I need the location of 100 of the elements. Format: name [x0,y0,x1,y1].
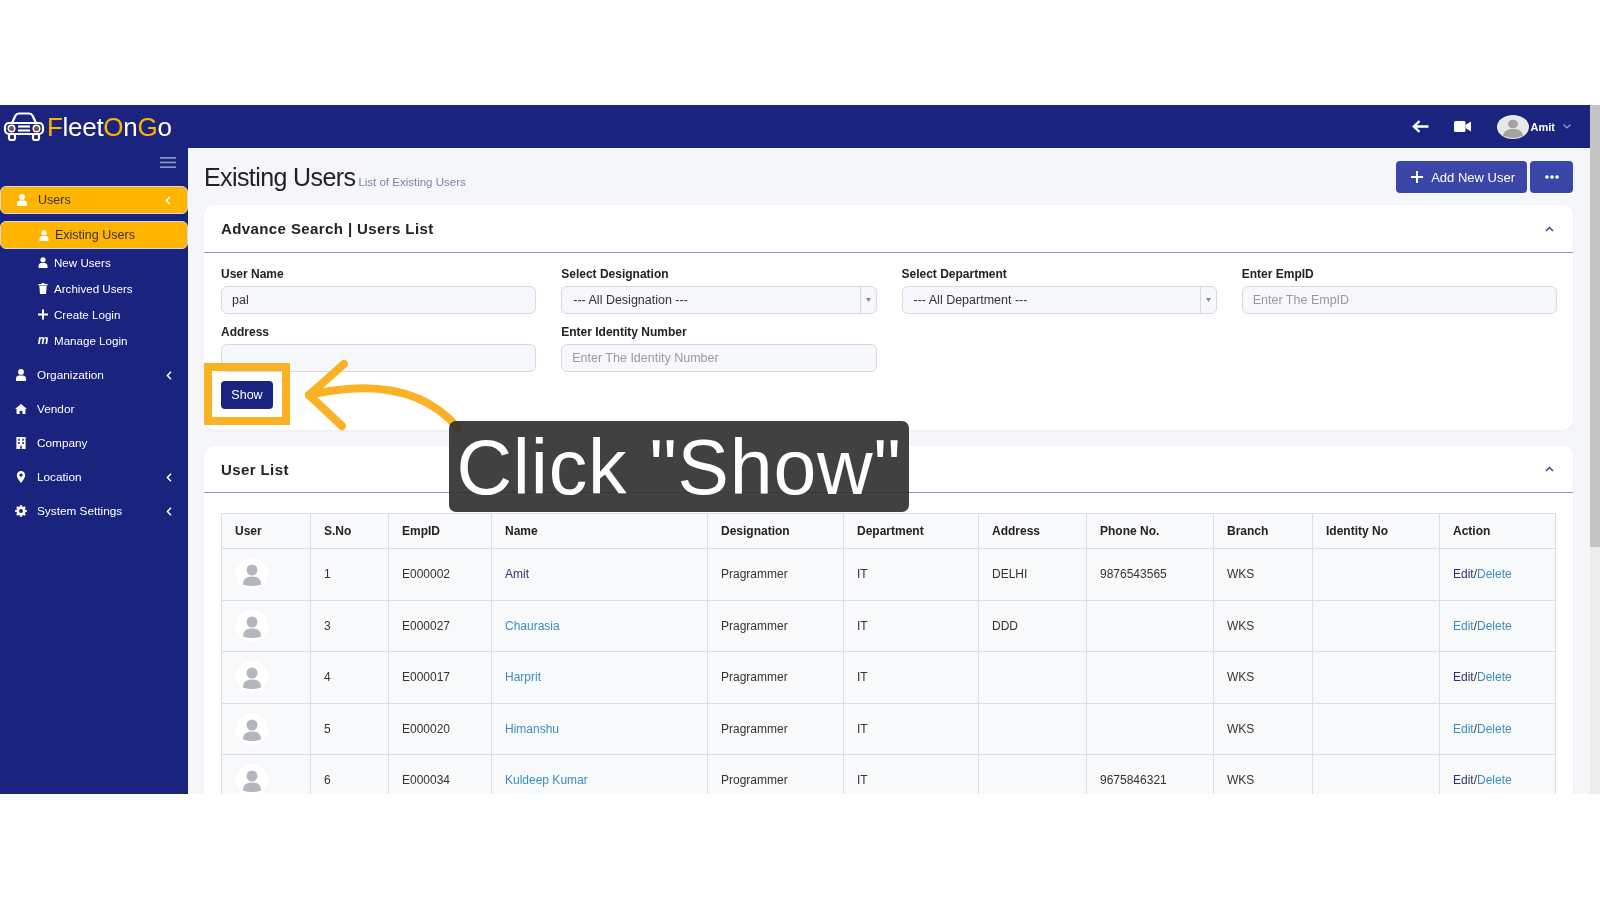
separator-text: / [1473,670,1478,685]
user-name-link[interactable]: Himanshu [505,721,560,736]
field-label: Select Department [901,267,1008,281]
table-cell: IT [843,600,979,652]
user-icon [16,194,28,206]
show-button[interactable]: Show [221,381,273,409]
map-pin-icon [15,471,27,483]
sidebar-subitem[interactable]: m Manage Login [0,327,188,353]
user-icon [15,369,27,381]
sidebar-subitem[interactable]: Archived Users [0,275,188,301]
plus-icon [38,308,48,320]
sidebar-subitem[interactable]: New Users [0,249,188,275]
table-cell: 9876543565 [1086,548,1214,600]
back-arrow-icon[interactable] [1411,120,1429,133]
column-header: Phone No. [1086,513,1214,549]
field-label: Enter Identity Number [561,325,688,339]
table-cell: 1 [310,548,389,600]
table-cell: E000020 [388,703,492,755]
chevron-up-icon[interactable] [1545,466,1554,472]
delete-link[interactable]: Delete [1477,670,1512,685]
more-button[interactable] [1530,161,1573,193]
add-new-user-button[interactable]: Add New User [1396,161,1527,193]
input-field[interactable]: pal [221,286,537,314]
field-label: User Name [221,267,285,281]
delete-link[interactable]: Delete [1477,618,1512,633]
chevron-left-icon[interactable] [166,472,172,482]
chevron-down-icon[interactable] [1563,124,1571,129]
sidebar-item[interactable]: Organization [0,358,188,392]
user-name[interactable]: Amit [1530,120,1555,133]
sidebar-item[interactable]: System Settings [0,494,188,528]
chevron-left-icon[interactable] [166,370,172,380]
home-icon [15,403,27,415]
plus-icon [1411,171,1424,183]
user-icon [39,229,49,241]
dropdown-field[interactable]: --- All Department --- [901,286,1217,314]
table-cell: 4 [310,651,389,703]
separator-text: / [1473,567,1478,582]
input-field[interactable]: Enter The EmpID [1241,286,1557,314]
table-cell: DDD [978,600,1087,652]
column-header: Identity No [1312,513,1440,549]
column-header: S.No [310,513,389,549]
column-header: EmpID [388,513,492,549]
table-cell: E000017 [388,651,492,703]
sidebar-item[interactable]: Vendor [0,392,188,426]
edit-link[interactable]: Edit [1453,670,1474,685]
user-silhouette-icon [236,609,268,642]
m-glyph-icon: m [37,334,49,346]
user-silhouette-icon [236,712,268,745]
sidebar-item[interactable]: Company [0,426,188,460]
column-header: User [221,513,311,549]
user-icon [38,256,48,268]
table-cell: E000002 [388,548,492,600]
field-label: Address [221,325,271,339]
sidebar-item[interactable]: Location [0,460,188,494]
brand-logo: FleetOnGo [47,111,172,142]
menu-icon[interactable] [160,157,176,168]
page-subtitle: List of Existing Users [358,175,466,188]
caret-down-icon [1205,298,1211,302]
table-cell: Pragrammer [707,703,844,755]
sidebar-subitem[interactable]: Existing Users [0,221,188,249]
table-cell: Pragrammer [707,651,844,703]
gear-icon [15,505,27,517]
caret-down-icon [865,298,871,302]
column-header: Action [1439,513,1556,549]
input-field[interactable] [221,344,537,372]
edit-link[interactable]: Edit [1453,773,1474,788]
delete-link[interactable]: Delete [1477,567,1512,582]
car-logo-icon [3,111,45,142]
building-icon [15,437,27,449]
scrollbar-thumb[interactable] [1590,105,1600,547]
separator-text: / [1473,721,1478,736]
sidebar-item[interactable]: Users [0,186,188,214]
user-name-link[interactable]: Amit [505,567,529,582]
section-title: User List [221,460,289,478]
scrollbar-track[interactable] [1590,105,1600,794]
input-field[interactable]: Enter The Identity Number [561,344,877,372]
video-camera-icon[interactable] [1453,121,1471,132]
user-silhouette-icon [236,661,268,694]
chevron-left-icon[interactable] [166,506,172,516]
table-cell: DELHI [978,548,1087,600]
table-cell: Pragrammer [707,600,844,652]
table-cell: WKS [1213,600,1313,652]
table-cell: 5 [310,703,389,755]
user-name-link[interactable]: Kuldeep Kumar [505,773,588,788]
delete-link[interactable]: Delete [1477,721,1512,736]
edit-link[interactable]: Edit [1453,567,1474,582]
column-header: Branch [1213,513,1313,549]
separator-text: / [1473,773,1478,788]
chevron-up-icon[interactable] [1545,225,1554,232]
user-silhouette-icon [236,558,268,591]
dropdown-field[interactable]: --- All Designation --- [561,286,877,314]
avatar-silhouette-icon[interactable] [1496,114,1529,139]
delete-link[interactable]: Delete [1477,773,1512,788]
sidebar-subitem[interactable]: Create Login [0,301,188,327]
user-name-link[interactable]: Chaurasia [505,618,560,633]
user-name-link[interactable]: Harprit [505,670,541,685]
table-cell: 3 [310,600,389,652]
field-label: Enter EmpID [1241,267,1315,281]
section-title: Advance Search | Users List [221,220,434,237]
column-header: Name [491,513,708,549]
